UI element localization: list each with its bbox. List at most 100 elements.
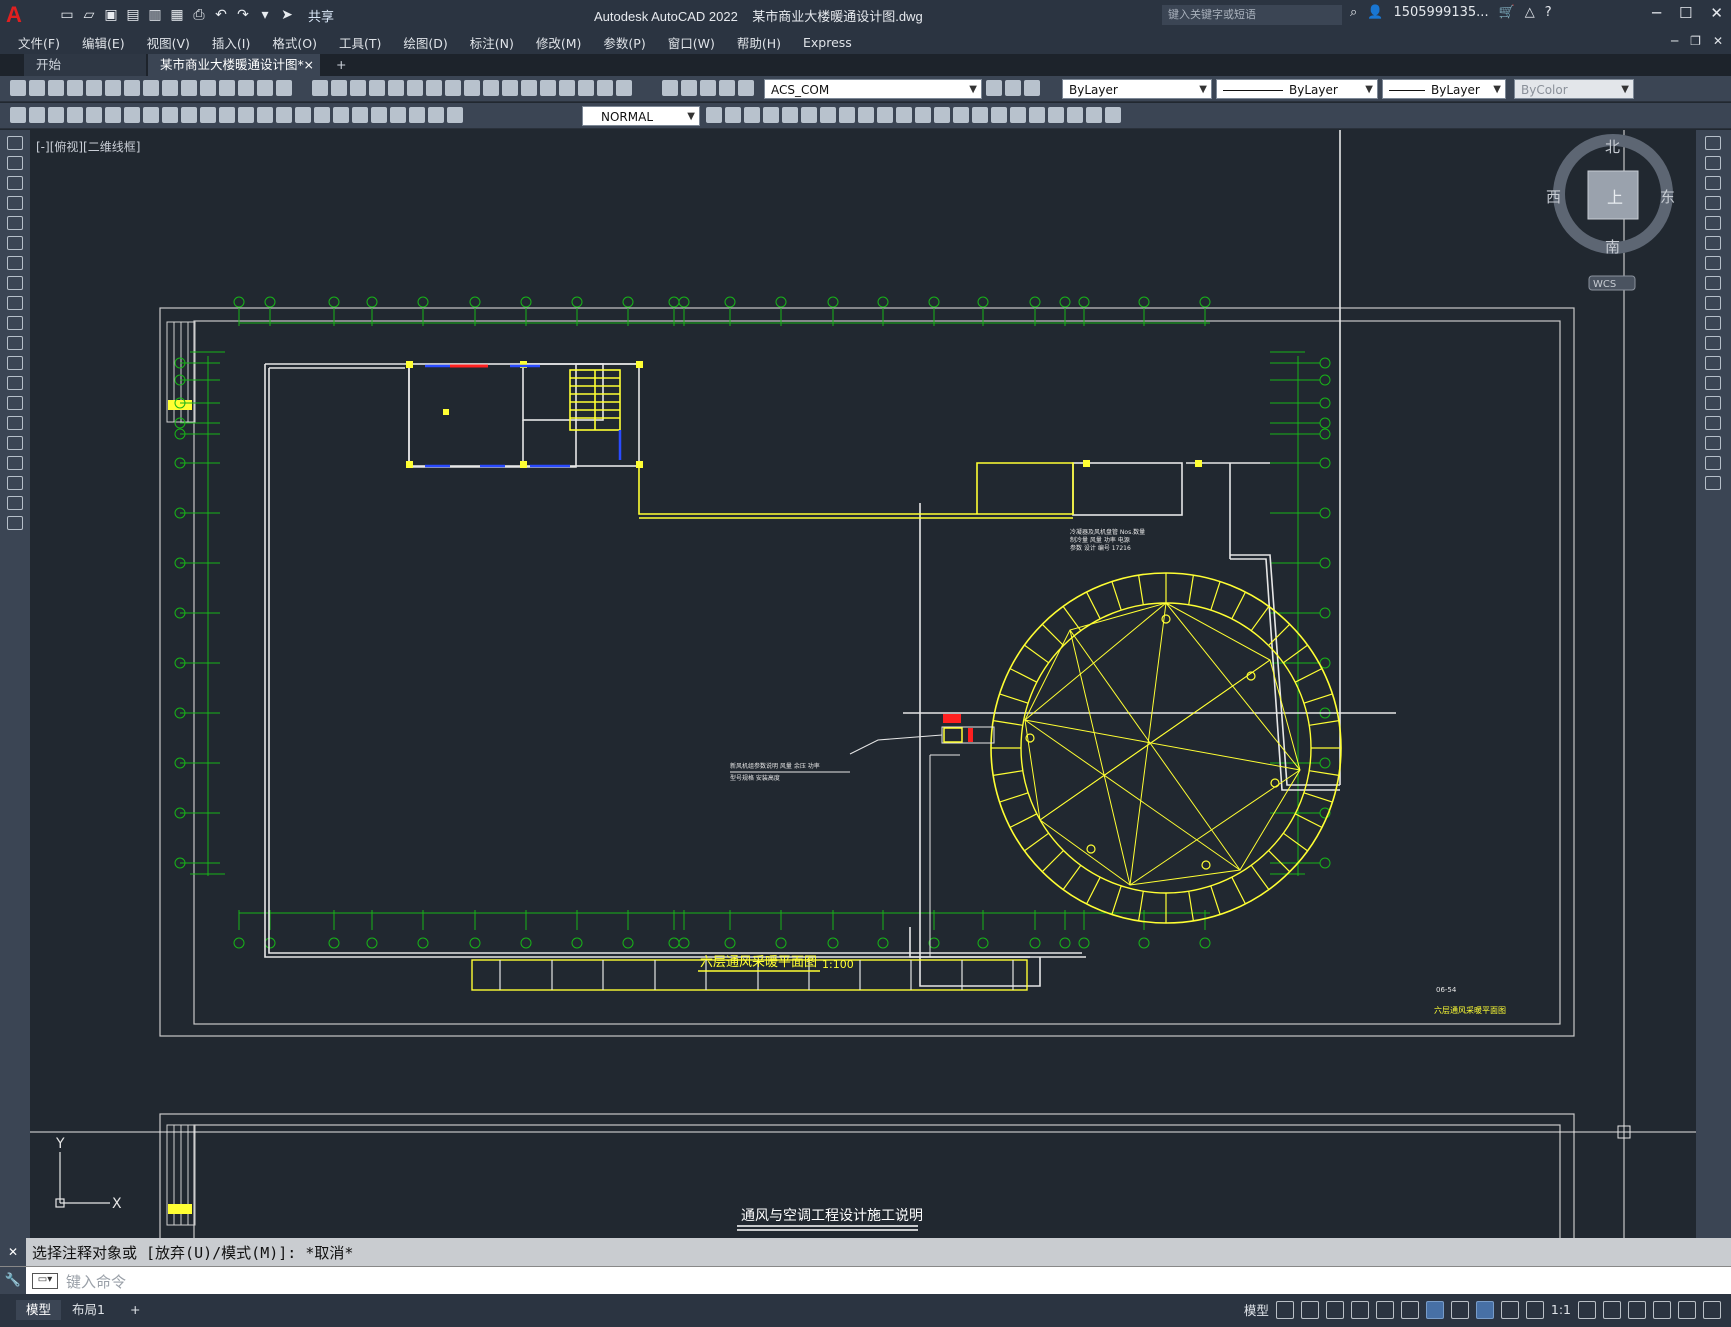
menu-item[interactable]: 格式(O) xyxy=(272,33,317,52)
layer-tool-icon[interactable] xyxy=(662,80,678,96)
autodesk-app-icon[interactable]: △ xyxy=(1525,5,1535,20)
menu-item[interactable]: 绘图(D) xyxy=(403,33,447,52)
modify-tool-icon[interactable] xyxy=(877,107,893,123)
clean-screen-icon[interactable] xyxy=(1678,1300,1696,1319)
plus-icon[interactable] xyxy=(1603,1300,1621,1319)
dimension-tool-icon[interactable] xyxy=(295,107,311,123)
model-space-label[interactable]: 模型 xyxy=(1244,1300,1269,1319)
modify-tool-icon[interactable] xyxy=(725,107,741,123)
tab-model[interactable]: 模型 xyxy=(16,1300,62,1320)
dimension-tool-icon[interactable] xyxy=(200,107,216,123)
standard-tool-icon[interactable] xyxy=(219,80,235,96)
modify-tool-icon[interactable] xyxy=(1705,136,1721,150)
modify-tool-icon[interactable] xyxy=(782,107,798,123)
menu-item[interactable]: 帮助(H) xyxy=(737,33,781,52)
lineweight-icon[interactable] xyxy=(1450,1300,1469,1319)
standard-tool-icon[interactable] xyxy=(48,80,64,96)
menu-item[interactable]: Express xyxy=(803,35,852,50)
modify-tool-icon[interactable] xyxy=(1048,107,1064,123)
draw-tool-icon[interactable] xyxy=(7,416,23,430)
modify-tool-icon[interactable] xyxy=(839,107,855,123)
tab-start[interactable]: 开始 xyxy=(24,54,146,76)
viewcube[interactable]: 上 北 南 西 东 WCS xyxy=(1546,134,1675,291)
layer-state-tool-icon[interactable] xyxy=(1024,80,1040,96)
modify-tool-icon[interactable] xyxy=(1705,316,1721,330)
modify-tool-icon[interactable] xyxy=(991,107,1007,123)
navigation-tool-icon[interactable] xyxy=(521,80,537,96)
navigation-tool-icon[interactable] xyxy=(502,80,518,96)
navigation-tool-icon[interactable] xyxy=(350,80,366,96)
layer-state-tool-icon[interactable] xyxy=(1005,80,1021,96)
new-file-icon[interactable]: ▭ xyxy=(58,6,76,24)
modify-tool-icon[interactable] xyxy=(1705,256,1721,270)
grid-icon[interactable] xyxy=(1275,1300,1294,1319)
standard-tool-icon[interactable] xyxy=(143,80,159,96)
menu-item[interactable]: 修改(M) xyxy=(536,33,582,52)
modify-tool-icon[interactable] xyxy=(1029,107,1045,123)
draw-tool-icon[interactable] xyxy=(7,336,23,350)
draw-tool-icon[interactable] xyxy=(7,156,23,170)
modify-tool-icon[interactable] xyxy=(934,107,950,123)
standard-tool-icon[interactable] xyxy=(200,80,216,96)
wcs-button[interactable]: WCS xyxy=(1593,279,1616,290)
draw-tool-icon[interactable] xyxy=(7,456,23,470)
new-tab-button[interactable]: + xyxy=(330,54,354,76)
dimension-tool-icon[interactable] xyxy=(276,107,292,123)
standard-tool-icon[interactable] xyxy=(276,80,292,96)
annotation-scale-value[interactable]: 1:1 xyxy=(1551,1302,1571,1317)
workspace-gear-icon[interactable] xyxy=(1578,1300,1596,1319)
annotation-visibility-icon[interactable] xyxy=(1475,1300,1494,1319)
help-icon[interactable]: ? xyxy=(1545,5,1552,20)
dimension-tool-icon[interactable] xyxy=(333,107,349,123)
user-name[interactable]: 1505999135... xyxy=(1393,5,1488,20)
dimension-tool-icon[interactable] xyxy=(390,107,406,123)
navigation-tool-icon[interactable] xyxy=(464,80,480,96)
autocad-logo-icon[interactable]: A xyxy=(6,2,32,28)
navigation-tool-icon[interactable] xyxy=(331,80,347,96)
polar-icon[interactable] xyxy=(1350,1300,1369,1319)
draw-tool-icon[interactable] xyxy=(7,236,23,250)
standard-tool-icon[interactable] xyxy=(86,80,102,96)
linetype-dropdown[interactable]: ByLayer ▼ xyxy=(1216,79,1378,99)
modify-tool-icon[interactable] xyxy=(1705,376,1721,390)
annotation-scale-icon[interactable] xyxy=(1525,1300,1544,1319)
menu-item[interactable]: 参数(P) xyxy=(603,33,645,52)
navigation-tool-icon[interactable] xyxy=(369,80,385,96)
modify-tool-icon[interactable] xyxy=(801,107,817,123)
modify-tool-icon[interactable] xyxy=(763,107,779,123)
layer-tool-icon[interactable] xyxy=(719,80,735,96)
maximize-icon[interactable]: ☐ xyxy=(1679,4,1692,22)
draw-tool-icon[interactable] xyxy=(7,376,23,390)
navigation-tool-icon[interactable] xyxy=(540,80,556,96)
navigation-tool-icon[interactable] xyxy=(407,80,423,96)
modify-tool-icon[interactable] xyxy=(1705,216,1721,230)
draw-tool-icon[interactable] xyxy=(7,436,23,450)
share-button[interactable]: 共享 xyxy=(308,6,334,25)
standard-tool-icon[interactable] xyxy=(105,80,121,96)
isolate-icon[interactable] xyxy=(1628,1300,1646,1319)
dimension-tool-icon[interactable] xyxy=(181,107,197,123)
help-search-input[interactable]: 键入关键字或短语 xyxy=(1162,5,1342,25)
dimension-tool-icon[interactable] xyxy=(10,107,26,123)
layer-dropdown[interactable]: ACS_COM ▼ xyxy=(764,79,982,99)
navigation-tool-icon[interactable] xyxy=(483,80,499,96)
modify-tool-icon[interactable] xyxy=(1705,336,1721,350)
add-layout-button[interactable]: + xyxy=(120,1300,150,1320)
modify-tool-icon[interactable] xyxy=(1705,176,1721,190)
dimension-tool-icon[interactable] xyxy=(352,107,368,123)
viewcube-north[interactable]: 北 xyxy=(1605,138,1620,156)
dimstyle-dropdown[interactable]: NORMAL ▼ xyxy=(582,106,700,126)
close-icon[interactable]: ✕ xyxy=(1710,4,1723,22)
osnap-track-icon[interactable] xyxy=(1400,1300,1419,1319)
standard-tool-icon[interactable] xyxy=(257,80,273,96)
modify-tool-icon[interactable] xyxy=(1010,107,1026,123)
dimension-tool-icon[interactable] xyxy=(143,107,159,123)
standard-tool-icon[interactable] xyxy=(162,80,178,96)
dimension-tool-icon[interactable] xyxy=(314,107,330,123)
draw-tool-icon[interactable] xyxy=(7,356,23,370)
snap-icon[interactable] xyxy=(1300,1300,1319,1319)
dimension-tool-icon[interactable] xyxy=(428,107,444,123)
menu-item[interactable]: 编辑(E) xyxy=(82,33,125,52)
modify-tool-icon[interactable] xyxy=(1705,276,1721,290)
modify-tool-icon[interactable] xyxy=(915,107,931,123)
